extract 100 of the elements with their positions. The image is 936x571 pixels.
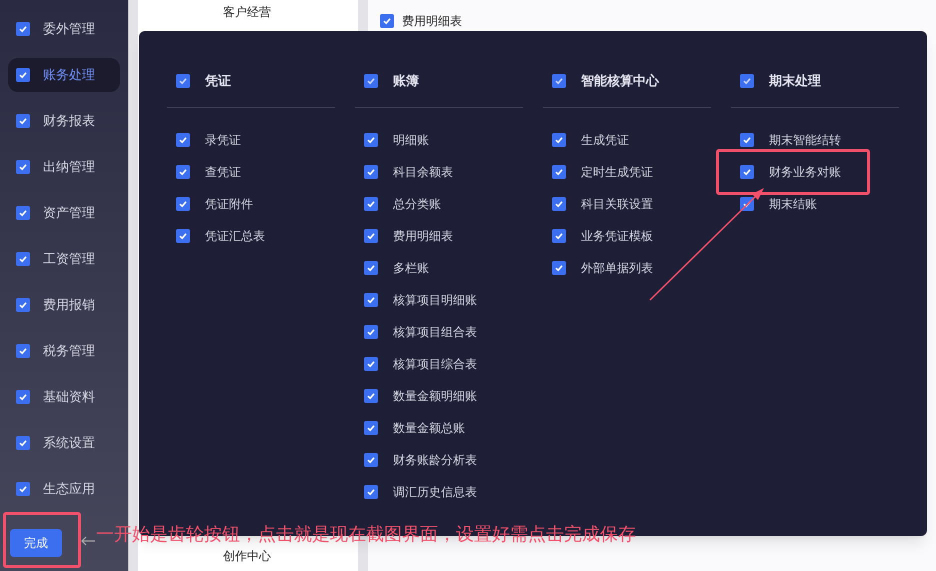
check-icon xyxy=(366,295,376,305)
sidebar-item[interactable]: 基础资料 xyxy=(8,380,120,414)
check-icon xyxy=(366,135,376,145)
checkbox[interactable] xyxy=(16,390,30,404)
checkbox[interactable] xyxy=(16,436,30,450)
column-title: 智能核算中心 xyxy=(581,72,659,90)
column-title: 凭证 xyxy=(205,72,231,90)
option-label: 核算项目组合表 xyxy=(393,324,477,341)
checkbox[interactable] xyxy=(16,22,30,36)
option-label: 查凭证 xyxy=(205,164,241,181)
option-label: 财务账龄分析表 xyxy=(393,452,477,469)
check-icon xyxy=(554,167,564,177)
sidebar-item[interactable]: 系统设置 xyxy=(8,426,120,460)
checkbox[interactable] xyxy=(552,74,566,88)
check-icon xyxy=(554,135,564,145)
option-label: 期末智能结转 xyxy=(769,132,841,149)
checkbox[interactable] xyxy=(16,482,30,496)
sidebar-item[interactable]: 工资管理 xyxy=(8,242,120,276)
option-label: 业务凭证模板 xyxy=(581,228,653,245)
checkbox[interactable] xyxy=(16,252,30,266)
checkbox[interactable] xyxy=(364,293,378,307)
option-label: 凭证汇总表 xyxy=(205,228,265,245)
option-label: 数量金额总账 xyxy=(393,420,465,437)
checkbox[interactable] xyxy=(364,197,378,211)
checkbox[interactable] xyxy=(740,133,754,147)
checkbox[interactable] xyxy=(176,74,190,88)
column-title: 账簿 xyxy=(393,72,419,90)
option-label: 财务业务对账 xyxy=(769,164,841,181)
checkbox[interactable] xyxy=(552,261,566,275)
check-icon xyxy=(366,263,376,273)
option-label: 明细账 xyxy=(393,132,429,149)
sidebar-item[interactable]: 税务管理 xyxy=(8,334,120,368)
checkbox[interactable] xyxy=(740,74,754,88)
checkbox[interactable] xyxy=(364,165,378,179)
checkbox[interactable] xyxy=(16,206,30,220)
option-label: 数量金额明细账 xyxy=(393,388,477,405)
checkbox[interactable] xyxy=(740,165,754,179)
checkbox[interactable] xyxy=(364,325,378,339)
checkbox[interactable] xyxy=(364,389,378,403)
checkbox[interactable] xyxy=(16,344,30,358)
option-label: 科目余额表 xyxy=(393,164,453,181)
checkbox[interactable] xyxy=(364,421,378,435)
check-icon xyxy=(742,167,752,177)
arrow-left-icon xyxy=(80,536,96,546)
check-icon xyxy=(366,199,376,209)
check-icon xyxy=(18,392,28,402)
check-icon xyxy=(366,231,376,241)
check-icon xyxy=(18,70,28,80)
checkbox[interactable] xyxy=(16,114,30,128)
checkbox[interactable] xyxy=(364,485,378,499)
check-icon xyxy=(178,167,188,177)
option-label: 费用明细表 xyxy=(393,228,453,245)
checkbox[interactable] xyxy=(364,261,378,275)
menu-label: 客户经营 xyxy=(222,4,272,21)
option-label: 多栏账 xyxy=(393,260,429,277)
checkbox[interactable] xyxy=(176,165,190,179)
checkbox[interactable] xyxy=(16,160,30,174)
check-icon xyxy=(18,24,28,34)
checkbox[interactable] xyxy=(176,133,190,147)
option-label: 期末结账 xyxy=(769,196,817,213)
check-icon xyxy=(18,300,28,310)
option-label: 录凭证 xyxy=(205,132,241,149)
check-icon xyxy=(554,263,564,273)
check-icon xyxy=(18,162,28,172)
checkbox[interactable] xyxy=(552,197,566,211)
checkbox[interactable] xyxy=(552,229,566,243)
sidebar-item[interactable]: 账务处理 xyxy=(8,58,120,92)
option-label: 核算项目综合表 xyxy=(393,356,477,373)
option-label: 科目关联设置 xyxy=(581,196,653,213)
sidebar-item[interactable]: 生态应用 xyxy=(8,472,120,506)
check-icon xyxy=(366,327,376,337)
sidebar-item[interactable]: 费用报销 xyxy=(8,288,120,322)
check-icon xyxy=(366,76,376,86)
check-icon xyxy=(18,438,28,448)
check-icon xyxy=(366,423,376,433)
checkbox[interactable] xyxy=(552,165,566,179)
table-cell: 费用明细表 xyxy=(402,14,462,28)
check-icon xyxy=(178,76,188,86)
sidebar-item[interactable]: 委外管理 xyxy=(8,12,120,46)
sidebar-item[interactable]: 财务报表 xyxy=(8,104,120,138)
checkbox[interactable] xyxy=(364,229,378,243)
check-icon xyxy=(742,76,752,86)
sidebar-item[interactable]: 出纳管理 xyxy=(8,150,120,184)
checkbox[interactable] xyxy=(552,133,566,147)
checkbox[interactable] xyxy=(16,68,30,82)
check-icon xyxy=(366,487,376,497)
checkbox[interactable] xyxy=(380,14,394,28)
check-icon xyxy=(18,254,28,264)
sidebar-item[interactable]: 资产管理 xyxy=(8,196,120,230)
checkbox[interactable] xyxy=(364,453,378,467)
checkbox[interactable] xyxy=(176,229,190,243)
checkbox[interactable] xyxy=(16,298,30,312)
check-icon xyxy=(554,76,564,86)
done-button[interactable]: 完成 xyxy=(10,529,62,557)
checkbox[interactable] xyxy=(176,197,190,211)
checkbox[interactable] xyxy=(364,74,378,88)
checkbox[interactable] xyxy=(364,357,378,371)
option-label: 外部单据列表 xyxy=(581,260,653,277)
option-label: 总分类账 xyxy=(393,196,441,213)
checkbox[interactable] xyxy=(364,133,378,147)
